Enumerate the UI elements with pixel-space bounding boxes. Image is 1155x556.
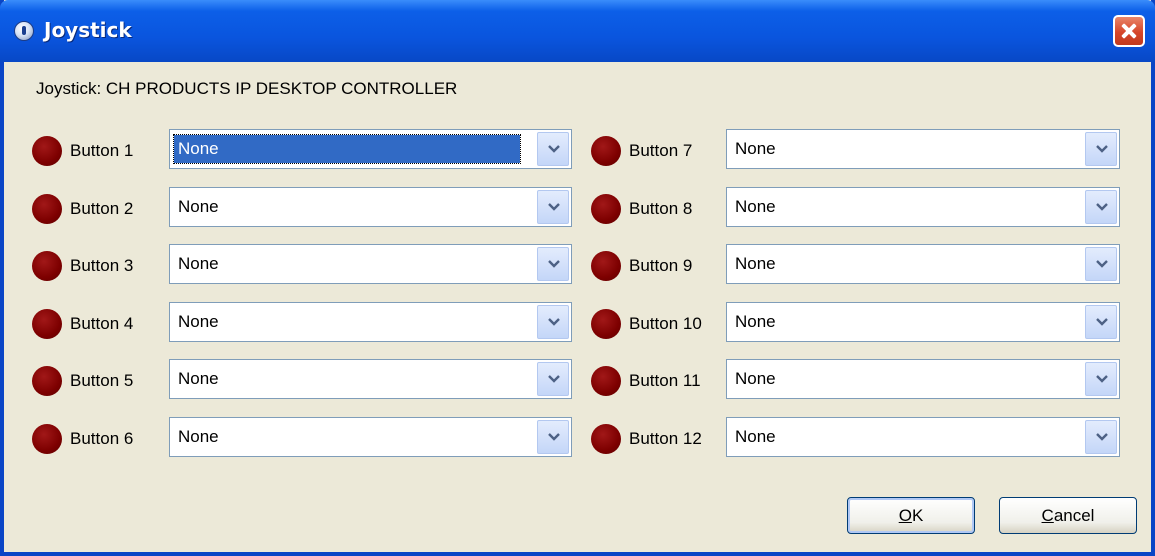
status-led-icon: [32, 309, 62, 339]
button-label: Button 6: [70, 429, 134, 448]
dropdown-selected-value: None: [735, 369, 776, 388]
dropdown-selected-value: None: [735, 197, 776, 216]
dropdown-selected-value: None: [178, 197, 219, 216]
button-mapping-row: Button 12 None: [591, 417, 1120, 457]
chevron-down-icon[interactable]: [1085, 190, 1117, 224]
joystick-name-label: Joystick: CH PRODUCTS IP DESKTOP CONTROL…: [36, 79, 458, 98]
status-led-icon: [591, 366, 621, 396]
status-led-icon: [591, 194, 621, 224]
button-mapping-row: Button 8 None: [591, 187, 1120, 227]
chevron-down-icon[interactable]: [537, 190, 569, 224]
action-dropdown[interactable]: None: [726, 129, 1120, 169]
button-label: Button 7: [629, 141, 693, 160]
window-title: Joystick: [44, 18, 132, 42]
status-led-icon: [591, 251, 621, 281]
button-mapping-row: Button 4 None: [32, 302, 572, 342]
action-dropdown[interactable]: None: [169, 187, 572, 227]
dropdown-selected-value: None: [178, 312, 219, 331]
dropdown-selected-value: None: [178, 427, 219, 446]
status-led-icon: [32, 424, 62, 454]
action-dropdown[interactable]: None: [726, 187, 1120, 227]
dropdown-selected-value: None: [178, 254, 219, 273]
button-mapping-row: Button 7 None: [591, 129, 1120, 169]
button-mapping-row: Button 5 None: [32, 359, 572, 399]
chevron-down-icon[interactable]: [1085, 247, 1117, 281]
button-mapping-row: Button 3 None: [32, 244, 572, 284]
ok-button[interactable]: OK: [847, 497, 975, 534]
action-dropdown[interactable]: None: [169, 302, 572, 342]
button-mapping-row: Button 2 None: [32, 187, 572, 227]
dropdown-selected-value: None: [735, 312, 776, 331]
chevron-down-icon[interactable]: [1085, 420, 1117, 454]
action-dropdown[interactable]: None: [726, 417, 1120, 457]
chevron-down-icon[interactable]: [1085, 362, 1117, 396]
button-mapping-row: Button 9 None: [591, 244, 1120, 284]
action-dropdown[interactable]: None: [169, 359, 572, 399]
dropdown-selected-value: None: [735, 427, 776, 446]
chevron-down-icon[interactable]: [537, 420, 569, 454]
joystick-app-icon: [14, 21, 34, 41]
status-led-icon: [32, 194, 62, 224]
button-mapping-row: Button 1 None: [32, 129, 572, 169]
status-led-icon: [591, 136, 621, 166]
button-label: Button 12: [629, 429, 702, 448]
button-label: Button 5: [70, 371, 134, 390]
title-bar[interactable]: Joystick: [0, 0, 1155, 62]
button-label: Button 8: [629, 199, 693, 218]
dropdown-selected-value: None: [735, 254, 776, 273]
chevron-down-icon[interactable]: [537, 132, 569, 166]
action-dropdown[interactable]: None: [169, 417, 572, 457]
button-label: Button 11: [629, 371, 701, 390]
button-label: Button 1: [70, 141, 134, 160]
action-dropdown[interactable]: None: [726, 359, 1120, 399]
chevron-down-icon[interactable]: [1085, 305, 1117, 339]
status-led-icon: [32, 251, 62, 281]
action-dropdown[interactable]: None: [726, 244, 1120, 284]
action-dropdown[interactable]: None: [169, 129, 572, 169]
dropdown-selected-value: None: [735, 139, 776, 158]
status-led-icon: [32, 366, 62, 396]
button-label: Button 3: [70, 256, 134, 275]
dropdown-selected-value: None: [178, 369, 219, 388]
button-label: Button 4: [70, 314, 134, 333]
dropdown-selected-value: None: [173, 134, 521, 164]
status-led-icon: [591, 424, 621, 454]
action-dropdown[interactable]: None: [169, 244, 572, 284]
chevron-down-icon[interactable]: [537, 247, 569, 281]
cancel-button[interactable]: Cancel: [999, 497, 1137, 534]
joystick-dialog: Joystick Joystick: CH PRODUCTS IP DESKTO…: [0, 0, 1155, 556]
button-mapping-row: Button 6 None: [32, 417, 572, 457]
chevron-down-icon[interactable]: [537, 362, 569, 396]
button-label: Button 9: [629, 256, 693, 275]
button-mapping-row: Button 11 None: [591, 359, 1120, 399]
button-label: Button 10: [629, 314, 702, 333]
chevron-down-icon[interactable]: [537, 305, 569, 339]
close-icon[interactable]: [1113, 15, 1145, 47]
button-mapping-row: Button 10 None: [591, 302, 1120, 342]
button-label: Button 2: [70, 199, 134, 218]
status-led-icon: [591, 309, 621, 339]
status-led-icon: [32, 136, 62, 166]
action-dropdown[interactable]: None: [726, 302, 1120, 342]
chevron-down-icon[interactable]: [1085, 132, 1117, 166]
